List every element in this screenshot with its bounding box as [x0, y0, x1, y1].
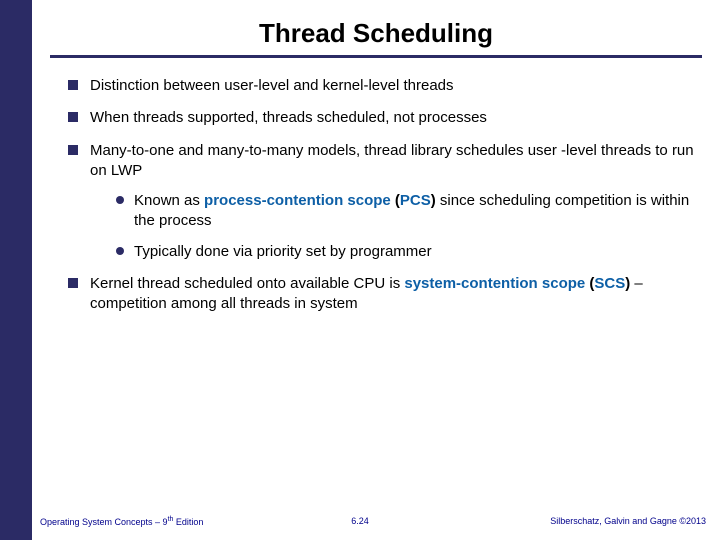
- sub-bullet-item: Known as process-contention scope (PCS) …: [118, 191, 702, 232]
- footer-left: Operating System Concepts – 9th Edition: [40, 516, 203, 527]
- slide: Thread Scheduling Distinction between us…: [0, 0, 720, 540]
- text-run: Kernel thread scheduled onto available C…: [90, 275, 404, 292]
- bullet-list: Distinction between user-level and kerne…: [50, 76, 702, 314]
- sub-bullet-list: Known as process-contention scope (PCS) …: [90, 191, 702, 262]
- footer-text: Operating System Concepts – 9: [40, 517, 168, 527]
- footer-text: Edition: [173, 517, 203, 527]
- highlight-term: process-contention scope: [204, 192, 395, 209]
- highlight-abbr: SCS: [594, 275, 625, 292]
- highlight-term: system-contention scope: [404, 275, 589, 292]
- sub-bullet-item: Typically done via priority set by progr…: [118, 242, 702, 262]
- bullet-item: When threads supported, threads schedule…: [72, 108, 702, 128]
- title-divider: [50, 55, 702, 58]
- footer-right: Silberschatz, Galvin and Gagne ©2013: [550, 516, 706, 526]
- slide-title: Thread Scheduling: [50, 10, 702, 55]
- footer: Operating System Concepts – 9th Edition …: [0, 516, 720, 532]
- bullet-item: Distinction between user-level and kerne…: [72, 76, 702, 96]
- sidebar-accent: [0, 0, 32, 540]
- bullet-item: Kernel thread scheduled onto available C…: [72, 274, 702, 315]
- content-area: Thread Scheduling Distinction between us…: [32, 0, 720, 540]
- bullet-text: Many-to-one and many-to-many models, thr…: [90, 142, 694, 179]
- footer-center: 6.24: [351, 516, 369, 526]
- highlight-abbr: PCS: [400, 192, 431, 209]
- text-run: Known as: [134, 192, 204, 209]
- bullet-item: Many-to-one and many-to-many models, thr…: [72, 141, 702, 262]
